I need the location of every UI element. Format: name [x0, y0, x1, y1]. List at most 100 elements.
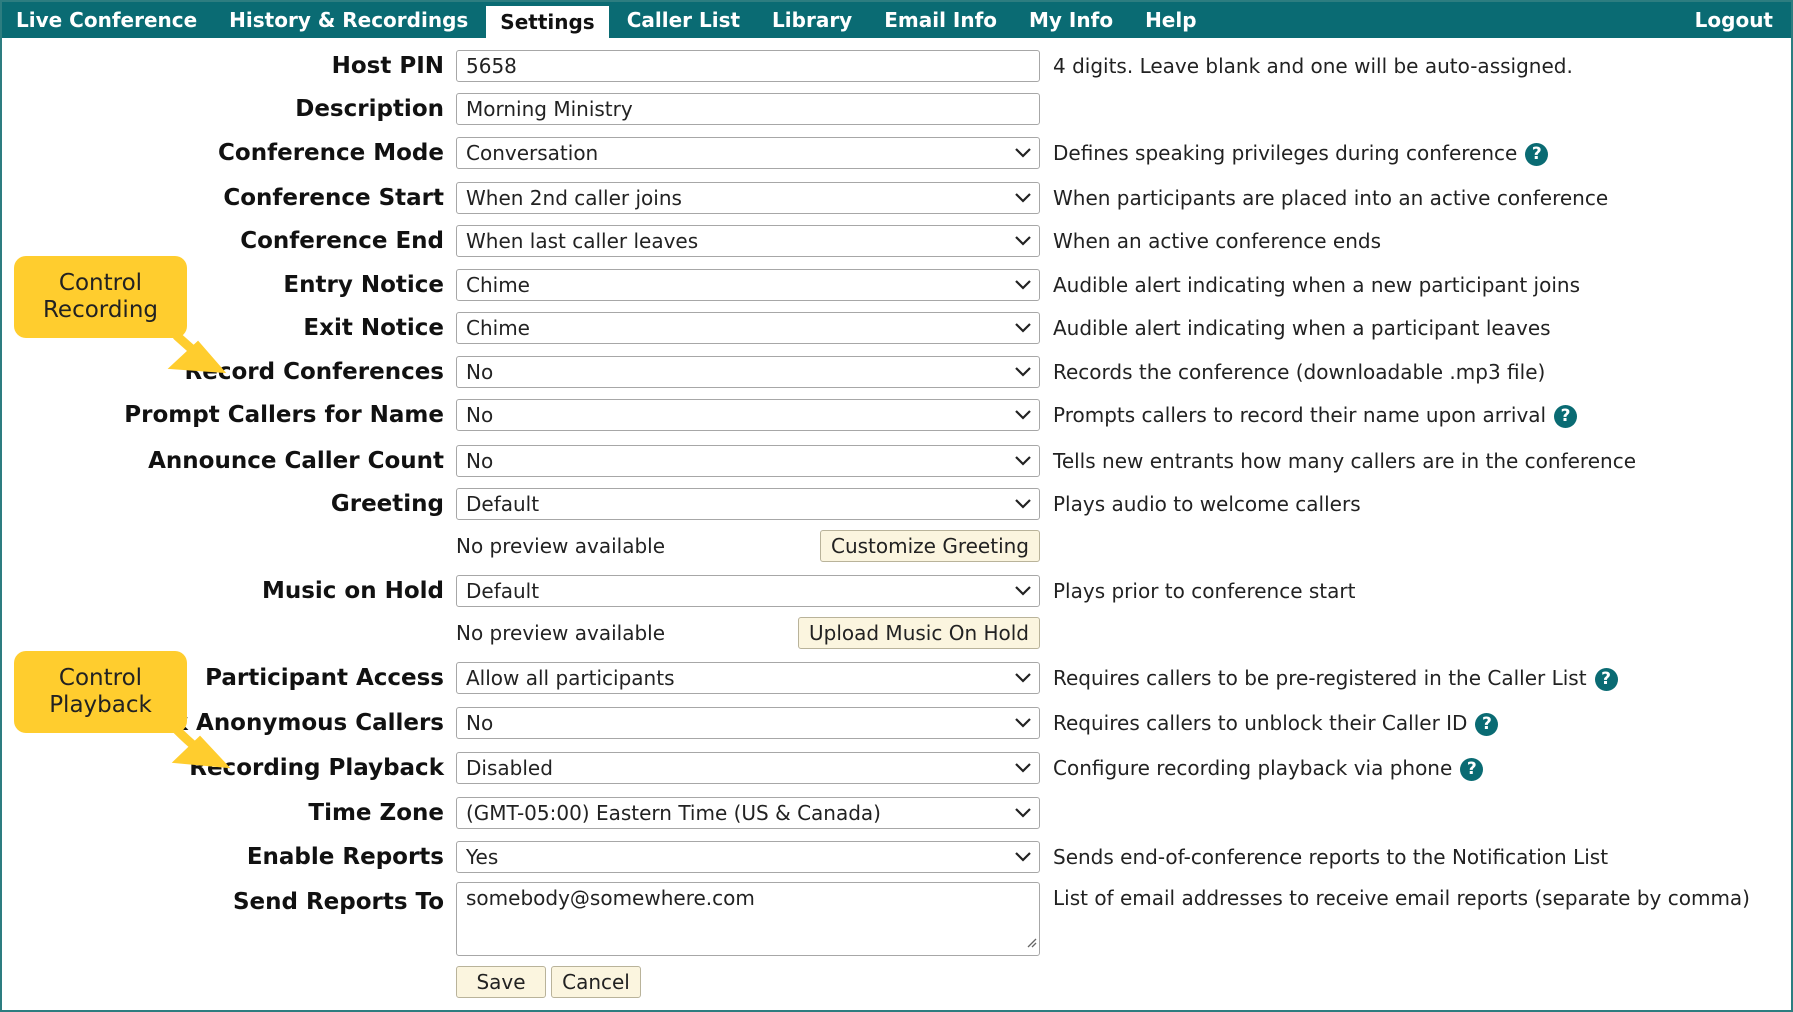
conference-end-select[interactable]: When last caller leaves — [456, 225, 1040, 257]
prompt-name-label: Prompt Callers for Name — [124, 402, 444, 428]
upload-music-button[interactable]: Upload Music On Hold — [798, 617, 1040, 649]
music-on-hold-label: Music on Hold — [261, 578, 444, 604]
callout-control-playback: Control Playback — [14, 651, 187, 733]
exit-notice-select[interactable]: Chime — [456, 312, 1040, 344]
save-button[interactable]: Save — [456, 966, 546, 998]
recording-playback-label: Recording Playback — [189, 755, 444, 781]
time-zone-value: (GMT-05:00) Eastern Time (US & Canada) — [466, 801, 881, 825]
participant-access-label: Participant Access — [205, 665, 444, 691]
chevron-down-icon — [1013, 446, 1033, 476]
chevron-down-icon — [1013, 270, 1033, 300]
announce-count-label: Announce Caller Count — [148, 448, 444, 474]
chevron-down-icon — [1013, 708, 1033, 738]
record-conferences-select[interactable]: No — [456, 356, 1040, 388]
entry-notice-select[interactable]: Chime — [456, 269, 1040, 301]
greeting-preview-text: No preview available — [456, 534, 666, 558]
logout-link[interactable]: Logout — [1681, 2, 1787, 38]
recording-playback-value: Disabled — [466, 756, 553, 780]
send-reports-value: somebody@somewhere.com — [466, 886, 755, 910]
entry-notice-value: Chime — [466, 273, 530, 297]
enable-reports-label: Enable Reports — [246, 844, 444, 870]
conference-mode-value: Conversation — [466, 141, 599, 165]
conference-start-select[interactable]: When 2nd caller joins — [456, 182, 1040, 214]
record-conferences-label: Record Conferences — [184, 359, 444, 385]
chevron-down-icon — [1013, 138, 1033, 168]
block-anonymous-help: Requires callers to unblock their Caller… — [1053, 705, 1499, 741]
send-reports-label: Send Reports To — [232, 889, 444, 915]
announce-count-select[interactable]: No — [456, 445, 1040, 477]
exit-notice-value: Chime — [466, 316, 530, 340]
send-reports-textarea[interactable]: somebody@somewhere.com — [456, 882, 1040, 956]
chevron-down-icon — [1013, 400, 1033, 430]
greeting-value: Default — [466, 492, 540, 516]
tab-live-conference[interactable]: Live Conference — [2, 2, 211, 38]
music-on-hold-value: Default — [466, 579, 540, 603]
tab-library[interactable]: Library — [758, 2, 866, 38]
greeting-preview-row: No preview available Customize Greeting — [456, 528, 1040, 564]
row-music-on-hold: Music on Hold Default Plays prior to con… — [2, 573, 1791, 609]
row-recording-playback: Recording Playback Disabled Configure re… — [2, 750, 1791, 786]
question-circle-icon[interactable]: ? — [1475, 713, 1499, 736]
participant-access-select[interactable]: Allow all participants — [456, 662, 1040, 694]
description-input[interactable]: Morning Ministry — [456, 93, 1040, 125]
tab-settings[interactable]: Settings — [486, 4, 609, 38]
tab-help[interactable]: Help — [1131, 2, 1210, 38]
question-circle-icon[interactable]: ? — [1525, 143, 1549, 166]
row-participant-access: Participant Access Allow all participant… — [2, 660, 1791, 696]
conference-start-help: When participants are placed into an act… — [1053, 186, 1609, 210]
conference-mode-select[interactable]: Conversation — [456, 137, 1040, 169]
participant-access-help: Requires callers to be pre-registered in… — [1053, 660, 1618, 696]
row-description: Description Morning Ministry — [2, 91, 1791, 127]
row-record-conferences: Record Conferences No Records the confer… — [2, 354, 1791, 390]
announce-count-value: No — [466, 449, 494, 473]
resize-grip-icon[interactable] — [1025, 929, 1037, 953]
callout-playback-line1: Control — [58, 665, 143, 691]
prompt-name-help: Prompts callers to record their name upo… — [1053, 397, 1578, 433]
chevron-down-icon — [1013, 753, 1033, 783]
enable-reports-help: Sends end-of-conference reports to the N… — [1053, 845, 1609, 869]
row-greeting: Greeting Default Plays audio to welcome … — [2, 486, 1791, 522]
block-anonymous-select[interactable]: No — [456, 707, 1040, 739]
row-enable-reports: Enable Reports Yes Sends end-of-conferen… — [2, 839, 1791, 875]
block-anonymous-value: No — [466, 711, 494, 735]
prompt-name-select[interactable]: No — [456, 399, 1040, 431]
greeting-help: Plays audio to welcome callers — [1053, 492, 1361, 516]
tab-email-info[interactable]: Email Info — [870, 2, 1011, 38]
conference-start-label: Conference Start — [223, 185, 444, 211]
record-conferences-help: Records the conference (downloadable .mp… — [1053, 360, 1546, 384]
host-pin-input[interactable]: 5658 — [456, 50, 1040, 82]
tab-my-info[interactable]: My Info — [1015, 2, 1127, 38]
cancel-button[interactable]: Cancel — [551, 966, 641, 998]
question-circle-icon[interactable]: ? — [1594, 668, 1618, 691]
greeting-select[interactable]: Default — [456, 488, 1040, 520]
chevron-down-icon — [1013, 489, 1033, 519]
tab-history-recordings[interactable]: History & Recordings — [215, 2, 482, 38]
row-entry-notice: Entry Notice Chime Audible alert indicat… — [2, 267, 1791, 303]
tab-caller-list[interactable]: Caller List — [613, 2, 754, 38]
prompt-name-value: No — [466, 403, 494, 427]
recording-playback-select[interactable]: Disabled — [456, 752, 1040, 784]
row-conference-end: Conference End When last caller leaves W… — [2, 223, 1791, 259]
time-zone-label: Time Zone — [308, 800, 444, 826]
callout-control-recording: Control Recording — [14, 256, 187, 338]
question-circle-icon[interactable]: ? — [1460, 758, 1484, 781]
conference-mode-label: Conference Mode — [218, 140, 444, 166]
chevron-down-icon — [1013, 313, 1033, 343]
callout-playback-line2: Playback — [49, 692, 152, 718]
enable-reports-select[interactable]: Yes — [456, 841, 1040, 873]
music-preview-row: No preview available Upload Music On Hol… — [456, 615, 1040, 651]
chevron-down-icon — [1013, 798, 1033, 828]
row-conference-start: Conference Start When 2nd caller joins W… — [2, 180, 1791, 216]
announce-count-help: Tells new entrants how many callers are … — [1053, 449, 1636, 473]
row-announce-count: Announce Caller Count No Tells new entra… — [2, 443, 1791, 479]
chevron-down-icon — [1013, 576, 1033, 606]
exit-notice-help: Audible alert indicating when a particip… — [1053, 316, 1551, 340]
time-zone-select[interactable]: (GMT-05:00) Eastern Time (US & Canada) — [456, 797, 1040, 829]
record-conferences-value: No — [466, 360, 494, 384]
question-circle-icon[interactable]: ? — [1554, 405, 1578, 428]
send-reports-help: List of email addresses to receive email… — [1053, 886, 1750, 910]
music-on-hold-select[interactable]: Default — [456, 575, 1040, 607]
recording-playback-help: Configure recording playback via phone? — [1053, 750, 1484, 786]
customize-greeting-button[interactable]: Customize Greeting — [820, 530, 1040, 562]
chevron-down-icon — [1013, 226, 1033, 256]
